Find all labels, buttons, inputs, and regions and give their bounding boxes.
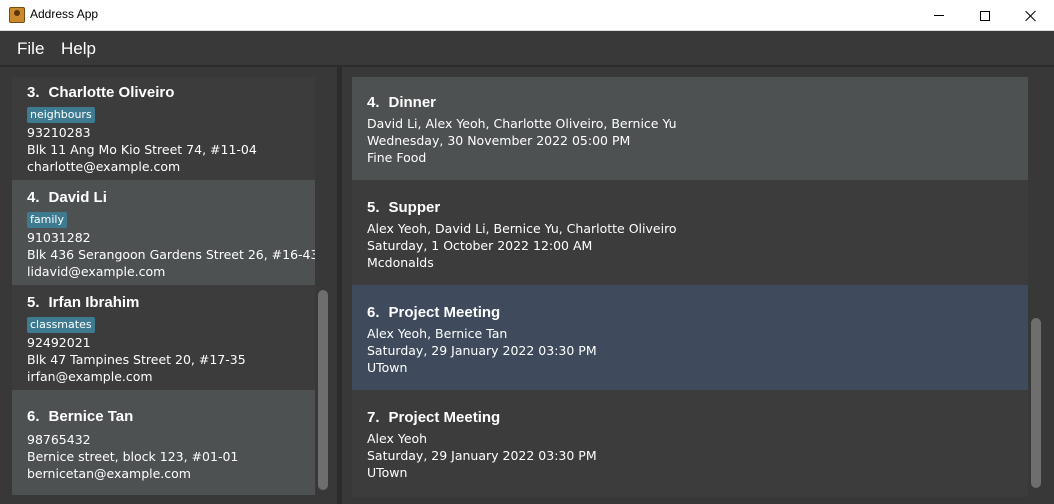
event-name: 6. Project Meeting — [367, 304, 501, 321]
event-list-scrollbar[interactable] — [1031, 318, 1041, 488]
person-tag: family — [27, 212, 67, 228]
event-list[interactable]: 4. Dinner David Li, Alex Yeoh, Charlotte … — [352, 77, 1028, 497]
event-location: Mcdonalds — [367, 255, 434, 270]
person-name: 4. David Li — [27, 189, 107, 206]
person-email: charlotte@example.com — [27, 159, 181, 174]
person-name: 6. Bernice Tan — [27, 408, 134, 425]
person-name: 5. Irfan Ibrahim — [27, 294, 140, 311]
title-bar: Address App — [0, 0, 1054, 31]
person-phone: 98765432 — [27, 432, 91, 447]
person-card[interactable]: 5. Irfan Ibrahim classmates 92492021 Blk … — [12, 285, 315, 390]
person-address: Blk 436 Serangoon Gardens Street 26, #16… — [27, 247, 315, 262]
minimize-button[interactable] — [916, 0, 962, 31]
minimize-icon — [934, 15, 944, 16]
person-tag: neighbours — [27, 107, 95, 123]
window-title: Address App — [30, 7, 99, 21]
event-datetime: Saturday, 1 October 2022 12:00 AM — [367, 238, 593, 253]
person-phone: 92492021 — [27, 335, 91, 350]
event-card[interactable]: 7. Project Meeting Alex Yeoh Saturday, 29… — [352, 390, 1028, 497]
person-email: lidavid@example.com — [27, 264, 166, 279]
person-email: irfan@example.com — [27, 369, 153, 384]
event-card[interactable]: 5. Supper Alex Yeoh, David Li, Bernice Yu… — [352, 180, 1028, 285]
person-list[interactable]: 3. Charlotte Oliveiro neighbours 93210283… — [12, 77, 315, 495]
event-name: 7. Project Meeting — [367, 409, 501, 426]
event-list-panel: 4. Dinner David Li, Alex Yeoh, Charlotte … — [342, 67, 1054, 504]
address-book-icon — [9, 7, 25, 23]
close-button[interactable] — [1008, 0, 1054, 31]
person-address: Blk 11 Ang Mo Kio Street 74, #11-04 — [27, 142, 257, 157]
person-address: Bernice street, block 123, #01-01 — [27, 449, 239, 464]
person-email: bernicetan@example.com — [27, 466, 191, 481]
event-attendees: Alex Yeoh, Bernice Tan — [367, 326, 508, 341]
person-list-panel: 3. Charlotte Oliveiro neighbours 93210283… — [0, 67, 337, 504]
event-card-selected[interactable]: 6. Project Meeting Alex Yeoh, Bernice Tan… — [352, 285, 1028, 390]
event-location: UTown — [367, 465, 408, 480]
person-phone: 93210283 — [27, 125, 91, 140]
maximize-icon — [980, 10, 990, 21]
menu-help[interactable]: Help — [61, 39, 96, 59]
close-icon — [1025, 10, 1037, 22]
event-attendees: Alex Yeoh — [367, 431, 428, 446]
person-tag: classmates — [27, 317, 95, 333]
menu-bar: File Help — [0, 31, 1054, 66]
person-list-scrollbar[interactable] — [318, 290, 328, 490]
event-location: UTown — [367, 360, 408, 375]
event-datetime: Saturday, 29 January 2022 03:30 PM — [367, 343, 597, 358]
person-name: 3. Charlotte Oliveiro — [27, 84, 175, 101]
person-card[interactable]: 4. David Li family 91031282 Blk 436 Seran… — [12, 180, 315, 285]
event-location: Fine Food — [367, 150, 427, 165]
event-datetime: Wednesday, 30 November 2022 05:00 PM — [367, 133, 631, 148]
event-attendees: David Li, Alex Yeoh, Charlotte Oliveiro,… — [367, 116, 677, 131]
person-address: Blk 47 Tampines Street 20, #17-35 — [27, 352, 246, 367]
event-datetime: Saturday, 29 January 2022 03:30 PM — [367, 448, 597, 463]
person-card[interactable]: 6. Bernice Tan 98765432 Bernice street, b… — [12, 390, 315, 495]
event-name: 5. Supper — [367, 199, 441, 216]
event-name: 4. Dinner — [367, 94, 437, 111]
event-card[interactable]: 4. Dinner David Li, Alex Yeoh, Charlotte … — [352, 77, 1028, 180]
person-phone: 91031282 — [27, 230, 91, 245]
menu-file[interactable]: File — [17, 39, 44, 59]
maximize-button[interactable] — [962, 0, 1008, 31]
person-card[interactable]: 3. Charlotte Oliveiro neighbours 93210283… — [12, 77, 315, 180]
event-attendees: Alex Yeoh, David Li, Bernice Yu, Charlot… — [367, 221, 677, 236]
